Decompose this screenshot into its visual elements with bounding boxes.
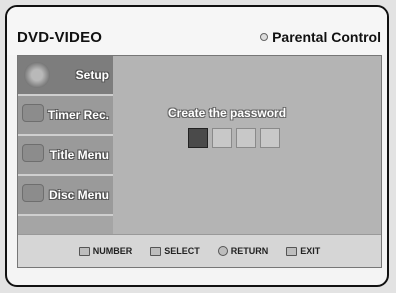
osd-screen: DVD-VIDEO Parental Control Setup Timer R… — [5, 5, 389, 287]
disc-menu-icon — [22, 184, 44, 202]
help-select: SELECT — [150, 246, 200, 256]
sidebar-item-label: Setup — [75, 68, 109, 82]
password-digit-4[interactable] — [260, 128, 280, 148]
number-keys-icon — [78, 246, 90, 256]
title-bar: DVD-VIDEO Parental Control — [7, 7, 387, 55]
sidebar-item-setup[interactable]: Setup — [18, 56, 113, 96]
content-area: Create the password — [113, 56, 381, 235]
sidebar-item-title-menu[interactable]: Title Menu — [18, 136, 113, 176]
password-prompt: Create the password — [168, 106, 287, 120]
exit-icon — [286, 246, 298, 256]
source-label: DVD-VIDEO — [17, 29, 103, 46]
section-title-label: Parental Control — [272, 29, 381, 45]
password-digit-1[interactable] — [188, 128, 208, 148]
sidebar-item-timer-rec[interactable]: Timer Rec. — [18, 96, 113, 136]
sidebar-item-disc-menu[interactable]: Disc Menu — [18, 176, 113, 216]
help-exit-label: EXIT — [300, 246, 321, 256]
select-button-icon — [150, 246, 162, 256]
settings-icon — [260, 33, 269, 41]
section-title: Parental Control — [260, 29, 381, 45]
sidebar-item-label: Disc Menu — [48, 188, 109, 202]
title-menu-icon — [22, 144, 44, 162]
help-select-label: SELECT — [164, 246, 200, 256]
password-digit-2[interactable] — [212, 128, 232, 148]
timer-icon — [22, 104, 44, 122]
sidebar-item-label: Timer Rec. — [47, 108, 109, 122]
password-digit-3[interactable] — [236, 128, 256, 148]
password-input[interactable] — [188, 128, 280, 148]
help-exit: EXIT — [286, 246, 320, 256]
help-return: RETURN — [217, 246, 269, 256]
return-icon — [217, 246, 228, 256]
help-bar: NUMBER SELECT RETURN EXIT — [18, 234, 381, 267]
help-number-label: NUMBER — [92, 246, 133, 256]
setup-icon — [24, 62, 50, 88]
menu-panel: Setup Timer Rec. Title Menu Disc Menu Cr… — [17, 55, 382, 268]
sidebar-item-label: Title Menu — [49, 148, 109, 162]
help-return-label: RETURN — [230, 246, 269, 256]
help-number: NUMBER — [78, 246, 133, 256]
